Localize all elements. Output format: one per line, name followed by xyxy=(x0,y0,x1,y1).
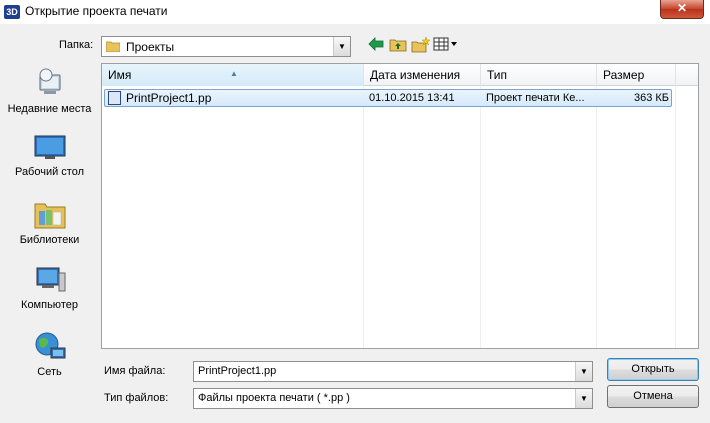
cancel-button[interactable]: Отмена xyxy=(607,385,699,408)
column-type[interactable]: Тип xyxy=(481,64,597,86)
filetype-value: Файлы проекта печати ( *.pp ) xyxy=(198,392,350,404)
up-folder-icon[interactable] xyxy=(389,37,407,54)
column-size[interactable]: Размер xyxy=(597,64,676,86)
places-bar: Недавние места Рабочий стол Библиотеки К… xyxy=(0,63,99,408)
file-date: 01.10.2015 13:41 xyxy=(369,92,455,104)
recent-places-icon xyxy=(39,68,60,94)
window-title: Открытие проекта печати xyxy=(25,4,168,18)
back-arrow-icon[interactable] xyxy=(367,37,385,54)
column-divider xyxy=(363,86,364,348)
view-menu-icon[interactable] xyxy=(433,37,459,54)
column-divider xyxy=(480,86,481,348)
chevron-down-icon[interactable]: ▼ xyxy=(575,362,592,381)
new-folder-icon[interactable] xyxy=(411,36,431,54)
sort-ascending-icon: ▲ xyxy=(230,69,238,78)
open-button[interactable]: Открыть xyxy=(607,358,699,381)
place-label: Компьютер xyxy=(21,299,78,311)
file-row[interactable]: PrintProject1.pp 01.10.2015 13:41 Проект… xyxy=(104,89,672,107)
place-label: Библиотеки xyxy=(19,234,80,246)
file-list[interactable]: ▲ Имя Дата изменения Тип Размер PrintPro… xyxy=(101,63,699,349)
column-divider xyxy=(596,86,597,348)
place-label: Недавние места xyxy=(7,103,92,115)
folder-combobox[interactable]: Проекты ▼ xyxy=(101,36,351,57)
place-network[interactable]: Сеть xyxy=(0,330,99,379)
open-project-dialog: 3D Открытие проекта печати ✕ Папка: Прое… xyxy=(0,0,710,423)
place-libraries[interactable]: Библиотеки xyxy=(0,200,99,247)
column-name[interactable]: ▲ Имя xyxy=(102,64,364,86)
pp-file-icon xyxy=(108,91,121,105)
close-button[interactable]: ✕ xyxy=(660,0,704,19)
filetype-select[interactable]: Файлы проекта печати ( *.pp ) ▼ xyxy=(193,388,593,409)
folder-icon xyxy=(106,41,120,52)
file-size: 363 КБ xyxy=(633,92,669,104)
folder-label: Папка: xyxy=(59,39,94,51)
place-recent[interactable]: Недавние места xyxy=(0,67,99,116)
column-divider xyxy=(675,86,676,348)
place-label: Сеть xyxy=(37,366,62,378)
app-icon: 3D xyxy=(4,5,20,19)
column-header-row: ▲ Имя Дата изменения Тип Размер xyxy=(102,64,698,86)
desktop-icon xyxy=(34,135,65,159)
filename-combobox[interactable]: PrintProject1.pp ▼ xyxy=(193,361,593,382)
place-computer[interactable]: Компьютер xyxy=(0,265,99,312)
filename-label: Имя файла: xyxy=(104,365,166,377)
file-type: Проект печати Ке... xyxy=(486,92,585,104)
place-desktop[interactable]: Рабочий стол xyxy=(0,134,99,179)
computer-icon xyxy=(36,267,65,292)
chevron-down-icon[interactable]: ▼ xyxy=(575,389,592,408)
libraries-icon xyxy=(34,203,65,229)
chevron-down-icon[interactable]: ▼ xyxy=(333,37,350,56)
title-bar: 3D Открытие проекта печати ✕ xyxy=(0,0,710,24)
place-label: Рабочий стол xyxy=(14,166,85,178)
filename-value: PrintProject1.pp xyxy=(198,365,277,377)
network-icon xyxy=(35,332,65,359)
filetype-label: Тип файлов: xyxy=(104,392,169,404)
column-date[interactable]: Дата изменения xyxy=(364,64,481,86)
folder-value: Проекты xyxy=(126,40,175,54)
file-name: PrintProject1.pp xyxy=(126,91,212,105)
